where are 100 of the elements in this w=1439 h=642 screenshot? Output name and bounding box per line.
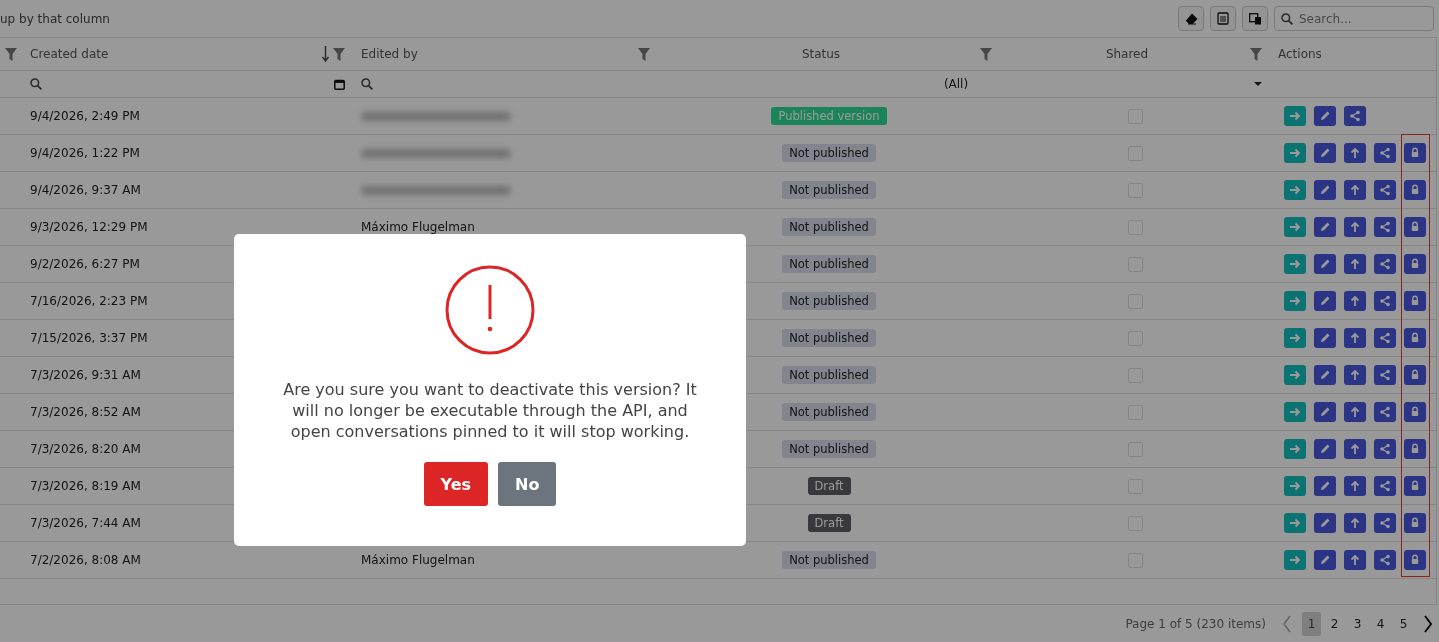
- publish-button[interactable]: [1344, 513, 1366, 533]
- share-button[interactable]: [1374, 217, 1396, 237]
- column-header[interactable]: Created date: [30, 47, 318, 61]
- search-field[interactable]: Search...: [1274, 6, 1434, 31]
- no-button[interactable]: No: [498, 462, 557, 506]
- share-button[interactable]: [1374, 476, 1396, 496]
- publish-button[interactable]: [1344, 143, 1366, 163]
- share-icon: [1377, 256, 1393, 272]
- page-button[interactable]: 3: [1348, 612, 1367, 636]
- column-header[interactable]: Status: [666, 47, 976, 61]
- publish-button[interactable]: [1344, 217, 1366, 237]
- page-button[interactable]: 5: [1394, 612, 1413, 636]
- edit-button[interactable]: [1314, 106, 1336, 126]
- search-icon: [30, 78, 42, 90]
- page-button[interactable]: 4: [1371, 612, 1390, 636]
- publish-button[interactable]: [1344, 328, 1366, 348]
- filter-icon[interactable]: [980, 47, 992, 61]
- edit-button[interactable]: [1314, 328, 1336, 348]
- open-button[interactable]: [1284, 328, 1306, 348]
- table-cell: 7/3/2026, 7:44 AM: [30, 516, 141, 530]
- edit-button[interactable]: [1314, 254, 1336, 274]
- share-button[interactable]: [1374, 402, 1396, 422]
- column-header[interactable]: Shared: [1008, 47, 1246, 61]
- open-button[interactable]: [1284, 476, 1306, 496]
- clear-filter-button[interactable]: [1178, 6, 1204, 31]
- lock-button[interactable]: [1404, 365, 1426, 385]
- publish-button[interactable]: [1344, 550, 1366, 570]
- lock-button[interactable]: [1404, 402, 1426, 422]
- lock-button[interactable]: [1404, 550, 1426, 570]
- status-badge: Not published: [782, 366, 876, 384]
- lock-button[interactable]: [1404, 328, 1426, 348]
- edit-button[interactable]: [1314, 550, 1336, 570]
- share-button[interactable]: [1374, 550, 1396, 570]
- edit-button[interactable]: [1314, 476, 1336, 496]
- open-button[interactable]: [1284, 143, 1306, 163]
- search-icon: [1281, 13, 1293, 25]
- lock-button[interactable]: [1404, 291, 1426, 311]
- open-button[interactable]: [1284, 254, 1306, 274]
- lock-button[interactable]: [1404, 513, 1426, 533]
- filter-icon[interactable]: [5, 47, 17, 61]
- share-icon: [1377, 219, 1393, 235]
- page-button[interactable]: 1: [1302, 612, 1321, 636]
- chevron-right-icon: [1423, 615, 1433, 633]
- publish-button[interactable]: [1344, 439, 1366, 459]
- lock-button[interactable]: [1404, 180, 1426, 200]
- share-button[interactable]: [1374, 254, 1396, 274]
- open-button[interactable]: [1284, 217, 1306, 237]
- edit-button[interactable]: [1314, 513, 1336, 533]
- open-button[interactable]: [1284, 106, 1306, 126]
- lock-button[interactable]: [1404, 217, 1426, 237]
- publish-button[interactable]: [1344, 476, 1366, 496]
- lock-button[interactable]: [1404, 143, 1426, 163]
- filter-icon[interactable]: [638, 47, 650, 61]
- share-button[interactable]: [1374, 513, 1396, 533]
- edit-button[interactable]: [1314, 439, 1336, 459]
- share-button[interactable]: [1374, 143, 1396, 163]
- edit-button[interactable]: [1314, 402, 1336, 422]
- page-button[interactable]: 2: [1325, 612, 1344, 636]
- status-filter-dropdown[interactable]: (All): [658, 71, 1270, 97]
- sort-arrow-icon[interactable]: [322, 46, 329, 62]
- share-button[interactable]: [1374, 439, 1396, 459]
- column-header[interactable]: Actions: [1278, 47, 1428, 61]
- column-header[interactable]: Edited by: [361, 47, 634, 61]
- share-button[interactable]: [1374, 328, 1396, 348]
- publish-button[interactable]: [1344, 402, 1366, 422]
- share-button[interactable]: [1374, 291, 1396, 311]
- publish-button[interactable]: [1344, 291, 1366, 311]
- publish-button[interactable]: [1344, 365, 1366, 385]
- previous-page-button[interactable]: [1282, 615, 1292, 633]
- next-page-button[interactable]: [1423, 615, 1433, 633]
- open-button[interactable]: [1284, 439, 1306, 459]
- open-button[interactable]: [1284, 365, 1306, 385]
- open-button[interactable]: [1284, 180, 1306, 200]
- group-panel-hint: up by that column: [0, 11, 110, 26]
- filter-icon[interactable]: [333, 47, 345, 61]
- open-button[interactable]: [1284, 402, 1306, 422]
- lock-button[interactable]: [1404, 439, 1426, 459]
- share-button[interactable]: [1374, 180, 1396, 200]
- publish-button[interactable]: [1344, 254, 1366, 274]
- lock-button[interactable]: [1404, 476, 1426, 496]
- yes-button[interactable]: Yes: [423, 462, 489, 506]
- column-chooser-button[interactable]: [1242, 6, 1268, 31]
- open-button[interactable]: [1284, 291, 1306, 311]
- caret-icon[interactable]: [1254, 82, 1262, 86]
- calendar-icon[interactable]: [334, 78, 345, 90]
- share-button[interactable]: [1344, 106, 1366, 126]
- share-button[interactable]: [1374, 365, 1396, 385]
- publish-button[interactable]: [1344, 180, 1366, 200]
- share-icon: [1377, 145, 1393, 161]
- edit-button[interactable]: [1314, 291, 1336, 311]
- open-button[interactable]: [1284, 513, 1306, 533]
- edit-button[interactable]: [1314, 365, 1336, 385]
- filter-icon[interactable]: [1250, 47, 1262, 61]
- export-button[interactable]: [1210, 6, 1236, 31]
- open-button[interactable]: [1284, 550, 1306, 570]
- share-icon: [1377, 478, 1393, 494]
- edit-button[interactable]: [1314, 143, 1336, 163]
- lock-button[interactable]: [1404, 254, 1426, 274]
- edit-button[interactable]: [1314, 180, 1336, 200]
- edit-button[interactable]: [1314, 217, 1336, 237]
